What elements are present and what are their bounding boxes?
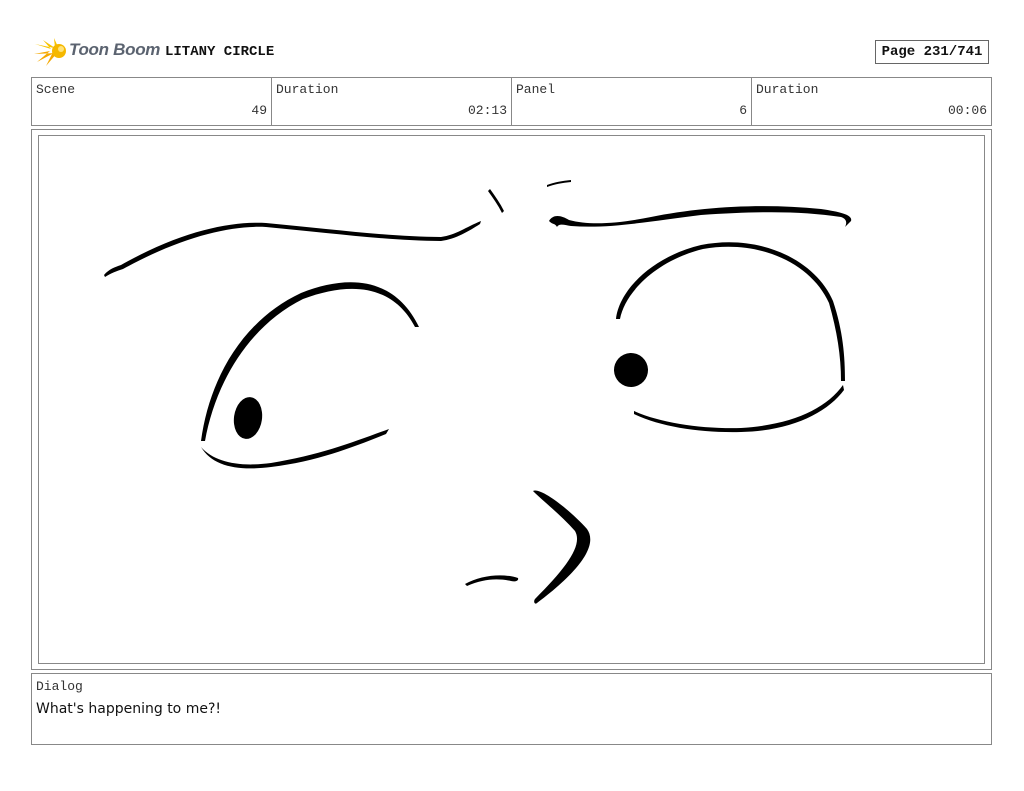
left-pupil (233, 397, 263, 439)
brow-crease-right (547, 180, 571, 187)
toon-boom-logo: Toon Boom (33, 36, 161, 68)
scene-label: Scene (36, 82, 76, 97)
panel-duration-cell: Duration 00:06 (752, 78, 991, 125)
page-indicator: Page 231/741 (875, 40, 989, 64)
dialog-label: Dialog (36, 679, 83, 694)
toon-boom-star-icon (34, 38, 66, 66)
scene-cell: Scene 49 (32, 78, 272, 125)
mouth-stroke (465, 575, 519, 586)
right-pupil (614, 353, 648, 387)
nose-stroke (533, 490, 591, 604)
dialog-box: Dialog What's happening to me?! (31, 673, 992, 745)
scene-duration-value: 02:13 (467, 103, 507, 118)
logo-text: Toon Boom (69, 40, 161, 59)
right-eye-upper-lid (616, 242, 845, 381)
panel-duration-value: 00:06 (947, 103, 987, 118)
left-eye-upper-lid (201, 282, 419, 441)
info-row: Scene 49 Duration 02:13 Panel 6 Duration… (31, 77, 992, 126)
left-eyebrow (104, 221, 481, 277)
left-eye-lower-lid (201, 429, 389, 469)
right-eyebrow (549, 206, 852, 227)
panel-value: 6 (739, 103, 747, 118)
brow-crease-left (488, 189, 504, 213)
storyboard-panel (38, 135, 985, 664)
scene-duration-cell: Duration 02:13 (272, 78, 512, 125)
right-eye-lower-lid (634, 385, 844, 433)
storyboard-panel-frame (31, 129, 992, 670)
project-title: LITANY CIRCLE (165, 44, 275, 60)
dialog-text: What's happening to me?! (36, 701, 221, 717)
panel-label: Panel (516, 82, 556, 97)
panel-duration-label: Duration (756, 82, 819, 97)
scene-duration-label: Duration (276, 82, 339, 97)
scene-value: 49 (251, 103, 267, 118)
panel-drawing (104, 180, 852, 604)
panel-cell: Panel 6 (512, 78, 752, 125)
